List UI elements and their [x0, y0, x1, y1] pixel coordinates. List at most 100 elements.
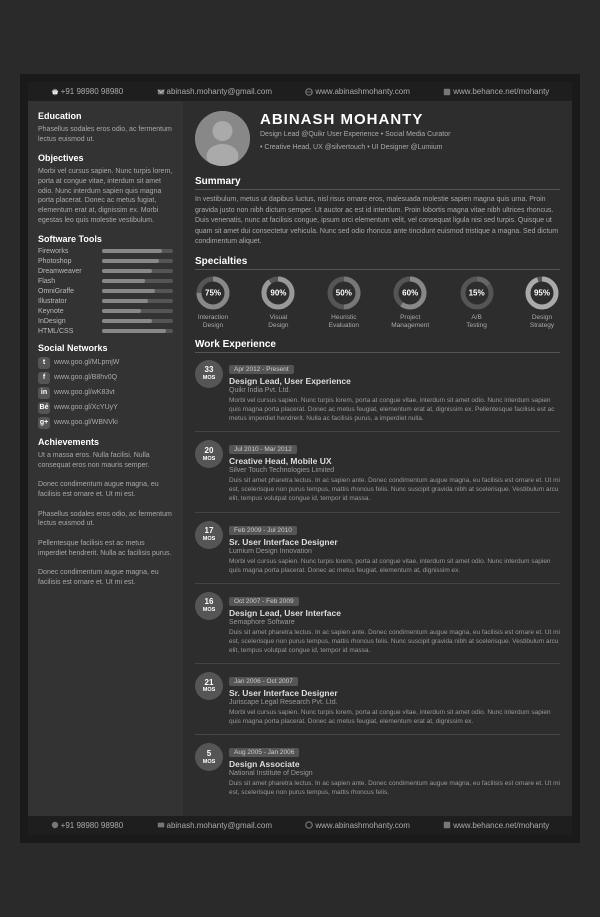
specialties-row: 75% Interaction Design 90% Visual Design… — [195, 275, 560, 331]
job-item: 5 MOS Aug 2005 - Jan 2006 Design Associa… — [195, 741, 560, 797]
social-icon-behance: Bé — [38, 402, 50, 414]
job-title: Sr. User Interface Designer — [229, 537, 560, 548]
tool-name: Fireworks — [38, 248, 98, 255]
tool-bar-fill — [102, 289, 155, 293]
tool-bar — [102, 279, 173, 283]
achievements-text: Ut a massa eros. Nulla facilisi. Nulla c… — [38, 451, 173, 588]
job-desc: Morbi vel cursus sapien. Nunc turpis lor… — [229, 708, 560, 726]
job-badge: 33 MOS — [195, 360, 223, 388]
tool-bar — [102, 299, 173, 303]
social-icon-gplus: g+ — [38, 417, 50, 429]
job-badge: 17 MOS — [195, 521, 223, 549]
tool-name: HTML/CSS — [38, 328, 98, 335]
job-date: Apr 2012 - Present — [229, 365, 294, 374]
donut-label: 90% — [270, 288, 286, 297]
donut-label: 50% — [336, 288, 352, 297]
resume: ☎ +91 98980 98980 abinash.mohanty@gmail.… — [28, 82, 572, 834]
social-url: www.goo.gl/B8hv0Q — [54, 374, 117, 381]
social-item[interactable]: g+ www.goo.gl/WBNVki — [38, 417, 173, 429]
social-icon-fb: f — [38, 372, 50, 384]
objectives-text: Morbi vel cursus sapien. Nunc turpis lor… — [38, 167, 173, 226]
work-title: Work Experience — [195, 339, 560, 353]
tool-item: Flash — [38, 278, 173, 285]
job-item: 20 MOS Jul 2010 - Mar 2012 Creative Head… — [195, 438, 560, 512]
main-content: Education Phasellus sodales eros odio, a… — [28, 101, 572, 815]
job-item: 17 MOS Feb 2009 - Jul 2010 Sr. User Inte… — [195, 519, 560, 584]
job-company: Silver Touch Technologies Limited — [229, 467, 560, 474]
name-info: ABINASH MOHANTY Design Lead @Quikr User … — [260, 111, 450, 153]
tool-bar — [102, 319, 173, 323]
job-company: National Institute of Design — [229, 770, 560, 777]
bottom-bar: +91 98980 98980 abinash.mohanty@gmail.co… — [28, 816, 572, 835]
tool-name: InDesign — [38, 318, 98, 325]
sidebar: Education Phasellus sodales eros odio, a… — [28, 101, 183, 815]
specialty-label: A/B Testing — [466, 314, 487, 331]
main-right: ABINASH MOHANTY Design Lead @Quikr User … — [183, 101, 572, 815]
specialty-label: Design Strategy — [530, 314, 554, 331]
job-desc: Duis sit amet pharetra lectus. In ac sap… — [229, 476, 560, 503]
specialty-item: 50% Heuristic Evaluation — [326, 275, 362, 331]
work-divider — [195, 512, 560, 513]
specialty-item: 15% A/B Testing — [459, 275, 495, 331]
social-list: t www.goo.gl/MLpmjW f www.goo.gl/B8hv0Q … — [38, 357, 173, 429]
avatar — [195, 111, 250, 166]
tool-bar-fill — [102, 319, 152, 323]
specialty-label: Interaction Design — [198, 314, 228, 331]
social-item[interactable]: in www.goo.gl/wK83vt — [38, 387, 173, 399]
donut-label: 95% — [534, 288, 550, 297]
job-desc: Duis sit amet pharetra lectus. In ac sap… — [229, 628, 560, 655]
job-company: Lumium Design Innovation — [229, 548, 560, 555]
tool-bar — [102, 249, 173, 253]
donut-wrapper: 95% — [524, 275, 560, 311]
job-content: Apr 2012 - Present Design Lead, User Exp… — [229, 358, 560, 423]
job-content: Aug 2005 - Jan 2006 Design Associate Nat… — [229, 741, 560, 797]
donut-wrapper: 90% — [260, 275, 296, 311]
education-title: Education — [38, 111, 173, 121]
summary-text: In vestibulum, metus ut dapibus luctus, … — [195, 195, 560, 248]
objectives-title: Objectives — [38, 153, 173, 163]
job-badge: 20 MOS — [195, 440, 223, 468]
job-item: 33 MOS Apr 2012 - Present Design Lead, U… — [195, 358, 560, 432]
donut-wrapper: 15% — [459, 275, 495, 311]
tool-item: Keynote — [38, 308, 173, 315]
bottombar-website: www.abinashmohanty.com — [305, 821, 410, 830]
job-date: Aug 2005 - Jan 2006 — [229, 748, 299, 757]
job-title: Design Lead, User Experience — [229, 376, 560, 387]
donut-wrapper: 60% — [392, 275, 428, 311]
job-badge: 21 MOS — [195, 672, 223, 700]
tool-name: Dreamweaver — [38, 268, 98, 275]
job-badge: 5 MOS — [195, 743, 223, 771]
social-url: www.goo.gl/XcYUyY — [54, 404, 118, 411]
specialty-item: 95% Design Strategy — [524, 275, 560, 331]
social-url: www.goo.gl/WBNVki — [54, 419, 118, 426]
job-content: Jul 2010 - Mar 2012 Creative Head, Mobil… — [229, 438, 560, 503]
specialty-item: 90% Visual Design — [260, 275, 296, 331]
social-item[interactable]: f www.goo.gl/B8hv0Q — [38, 372, 173, 384]
achievements-title: Achievements — [38, 437, 173, 447]
specialty-item: 60% Project Management — [391, 275, 429, 331]
person-name: ABINASH MOHANTY — [260, 111, 450, 128]
specialty-item: 75% Interaction Design — [195, 275, 231, 331]
social-title: Social Networks — [38, 343, 173, 353]
tool-bar-fill — [102, 309, 141, 313]
education-text: Phasellus sodales eros odio, ac fermentu… — [38, 125, 173, 145]
tool-item: Dreamweaver — [38, 268, 173, 275]
specialty-label: Heuristic Evaluation — [329, 314, 359, 331]
tool-item: Photoshop — [38, 258, 173, 265]
job-title: Sr. User Interface Designer — [229, 688, 560, 699]
name-header: ABINASH MOHANTY Design Lead @Quikr User … — [195, 111, 560, 166]
job-company: Quikr India Pvt. Ltd. — [229, 387, 560, 394]
social-item[interactable]: t www.goo.gl/MLpmjW — [38, 357, 173, 369]
social-item[interactable]: Bé www.goo.gl/XcYUyY — [38, 402, 173, 414]
tool-bar-fill — [102, 279, 145, 283]
topbar-behance: www.behance.net/mohanty — [443, 87, 549, 96]
svg-text:☎: ☎ — [52, 90, 58, 96]
topbar-website: www.abinashmohanty.com — [305, 87, 410, 96]
job-title: Design Associate — [229, 759, 560, 770]
bottombar-phone: +91 98980 98980 — [51, 821, 124, 830]
social-icon-linkedin: in — [38, 387, 50, 399]
bottombar-email: abinash.mohanty@gmail.com — [157, 821, 273, 830]
job-badge: 16 MOS — [195, 592, 223, 620]
work-divider — [195, 583, 560, 584]
summary-title: Summary — [195, 176, 560, 190]
